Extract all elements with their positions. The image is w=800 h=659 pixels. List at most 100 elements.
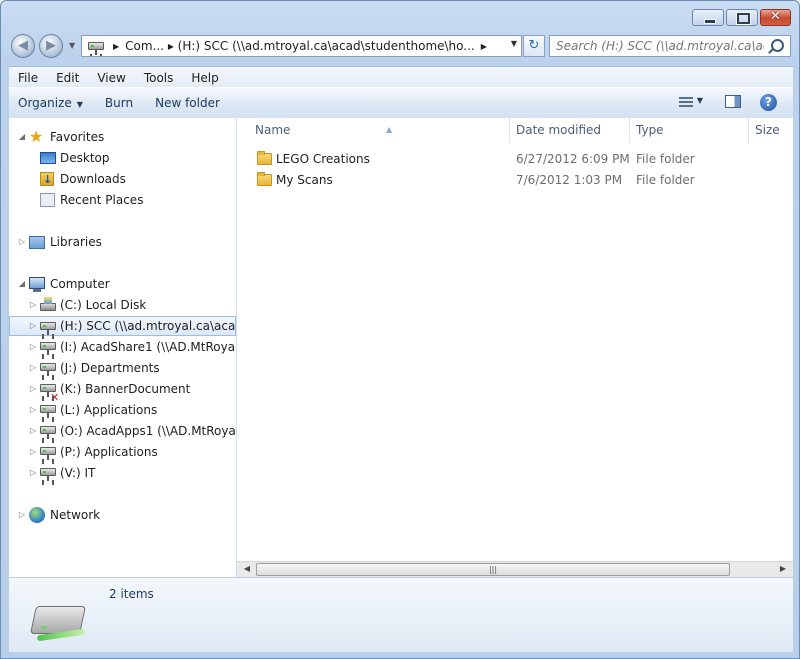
breadcrumb-arrow-icon[interactable]: ▶ (481, 42, 487, 51)
back-arrow-icon: ◀ (18, 38, 28, 53)
scroll-left-icon[interactable]: ◀ (239, 564, 255, 573)
change-view-icon[interactable] (679, 97, 693, 108)
column-header-type[interactable]: Type (630, 118, 749, 143)
sort-ascending-icon: ▲ (386, 125, 393, 134)
tree-libraries[interactable]: ▷ Libraries (9, 232, 236, 252)
computer-icon (29, 277, 45, 292)
tree-label: Recent Places (60, 193, 144, 207)
refresh-button[interactable]: ↻ (523, 35, 545, 57)
tree-drive-k[interactable]: ▷ ✕ (K:) BannerDocument (9, 379, 236, 403)
tree-drive-p[interactable]: ▷ (P:) Applications (9, 442, 236, 462)
menu-file[interactable]: File (9, 71, 47, 85)
collapsed-arrow-icon[interactable]: ▷ (29, 463, 37, 483)
navigation-pane: ◢ ★ Favorites Desktop Downloads Recent P… (9, 118, 237, 577)
file-name: My Scans (276, 173, 333, 187)
file-type: File folder (636, 173, 695, 187)
tree-label: (O:) AcadApps1 (\\AD.MtRoyal.C (60, 424, 237, 438)
tree-drive-c[interactable]: ▷ (C:) Local Disk (9, 295, 236, 315)
tree-computer[interactable]: ◢ Computer (9, 274, 236, 294)
scroll-right-icon[interactable]: ▶ (775, 564, 791, 573)
collapsed-arrow-icon[interactable]: ▷ (29, 295, 37, 315)
collapsed-arrow-icon[interactable]: ▷ (29, 400, 37, 420)
desktop-icon (40, 152, 56, 164)
recent-pages-dropdown[interactable]: ▼ (69, 41, 75, 50)
refresh-icon: ↻ (528, 38, 540, 53)
organize-button[interactable]: Organize ▼ (9, 96, 92, 110)
list-item[interactable]: My Scans 7/6/2012 1:03 PM File folder (237, 170, 793, 191)
expand-arrow-icon[interactable]: ◢ (18, 274, 26, 294)
tree-desktop[interactable]: Desktop (9, 148, 236, 168)
chevron-down-icon: ▼ (76, 100, 83, 109)
column-label: Size (755, 123, 780, 137)
menu-tools[interactable]: Tools (135, 71, 183, 85)
organize-label: Organize (18, 96, 72, 110)
file-date: 6/27/2012 6:09 PM (516, 152, 630, 166)
back-button[interactable]: ◀ (11, 34, 35, 58)
search-input[interactable] (556, 39, 764, 53)
view-options-dropdown-icon[interactable]: ▼ (697, 96, 703, 105)
tree-drive-v[interactable]: ▷ (V:) IT (9, 463, 236, 483)
minimize-button[interactable] (692, 9, 724, 26)
breadcrumb-arrow-icon[interactable]: ▶ (113, 42, 119, 51)
menu-view[interactable]: View (88, 71, 134, 85)
horizontal-scrollbar[interactable]: ◀ ||| ▶ (237, 561, 793, 577)
close-button[interactable]: ✕ (760, 9, 791, 26)
search-icon[interactable] (771, 39, 784, 52)
network-drive-large-icon (29, 606, 87, 642)
network-drive-icon (40, 363, 56, 376)
tree-drive-h[interactable]: ▷ (H:) SCC (\\ad.mtroyal.ca\acad\s (9, 316, 236, 336)
collapsed-arrow-icon[interactable]: ▷ (29, 421, 37, 441)
explorer-window: ✕ ◀ ▶ ▼ ▶ Com... ▸ (H:) SCC (\\ad.mtroya… (0, 0, 800, 659)
help-icon[interactable]: ? (760, 94, 777, 111)
column-label: Type (636, 123, 664, 137)
maximize-button[interactable] (726, 9, 758, 26)
network-drive-icon (88, 42, 104, 55)
network-drive-icon (40, 426, 56, 439)
tree-drive-i[interactable]: ▷ (I:) AcadShare1 (\\AD.MtRoyal.CA (9, 337, 236, 357)
collapsed-arrow-icon[interactable]: ▷ (29, 358, 37, 378)
forward-button[interactable]: ▶ (39, 34, 63, 58)
collapsed-arrow-icon[interactable]: ▷ (29, 337, 37, 357)
collapsed-arrow-icon[interactable]: ▷ (29, 442, 37, 462)
tree-drive-j[interactable]: ▷ (J:) Departments (9, 358, 236, 378)
tree-downloads[interactable]: Downloads (9, 169, 236, 190)
menu-help[interactable]: Help (182, 71, 227, 85)
column-header-date-modified[interactable]: Date modified (510, 118, 630, 143)
collapsed-arrow-icon[interactable]: ▷ (29, 317, 37, 335)
search-box[interactable] (549, 35, 791, 57)
tree-label: (J:) Departments (60, 361, 160, 375)
scrollbar-thumb[interactable]: ||| (256, 563, 730, 576)
address-path[interactable]: Com... ▸ (H:) SCC (\\ad.mtroyal.ca\acad\… (125, 39, 475, 53)
expand-arrow-icon[interactable]: ◢ (18, 127, 26, 147)
collapsed-arrow-icon[interactable]: ▷ (29, 379, 37, 399)
new-folder-button[interactable]: New folder (146, 96, 229, 110)
folder-icon (257, 151, 272, 165)
tree-recent-places[interactable]: Recent Places (9, 190, 236, 210)
column-header-name[interactable]: Name ▲ (249, 118, 510, 143)
burn-button[interactable]: Burn (96, 96, 142, 110)
close-icon: ✕ (770, 9, 781, 24)
network-drive-icon (40, 405, 56, 418)
tree-network[interactable]: ▷ Network (9, 505, 236, 525)
preview-pane-icon[interactable] (725, 95, 741, 108)
recent-places-icon (40, 193, 55, 207)
network-globe-icon (29, 507, 45, 523)
tree-drive-l[interactable]: ▷ (L:) Applications (9, 400, 236, 420)
list-item[interactable]: LEGO Creations 6/27/2012 6:09 PM File fo… (237, 149, 793, 170)
caption-buttons: ✕ (690, 9, 791, 26)
local-disk-icon (40, 297, 56, 311)
address-bar[interactable]: ▶ Com... ▸ (H:) SCC (\\ad.mtroyal.ca\aca… (81, 35, 522, 57)
tree-drive-o[interactable]: ▷ (O:) AcadApps1 (\\AD.MtRoyal.C (9, 421, 236, 441)
network-drive-icon (40, 468, 56, 481)
menu-edit[interactable]: Edit (47, 71, 88, 85)
tree-label: Favorites (50, 130, 105, 144)
file-date: 7/6/2012 1:03 PM (516, 173, 623, 187)
collapsed-arrow-icon[interactable]: ▷ (18, 232, 26, 252)
network-drive-icon (40, 342, 56, 355)
collapsed-arrow-icon[interactable]: ▷ (18, 505, 26, 525)
tree-favorites[interactable]: ◢ ★ Favorites (9, 127, 236, 147)
column-header-size[interactable]: Size (749, 118, 793, 143)
address-dropdown-icon[interactable]: ▼ (511, 39, 517, 48)
libraries-icon (29, 236, 45, 249)
navigation-row: ◀ ▶ ▼ ▶ Com... ▸ (H:) SCC (\\ad.mtroyal.… (9, 33, 793, 61)
